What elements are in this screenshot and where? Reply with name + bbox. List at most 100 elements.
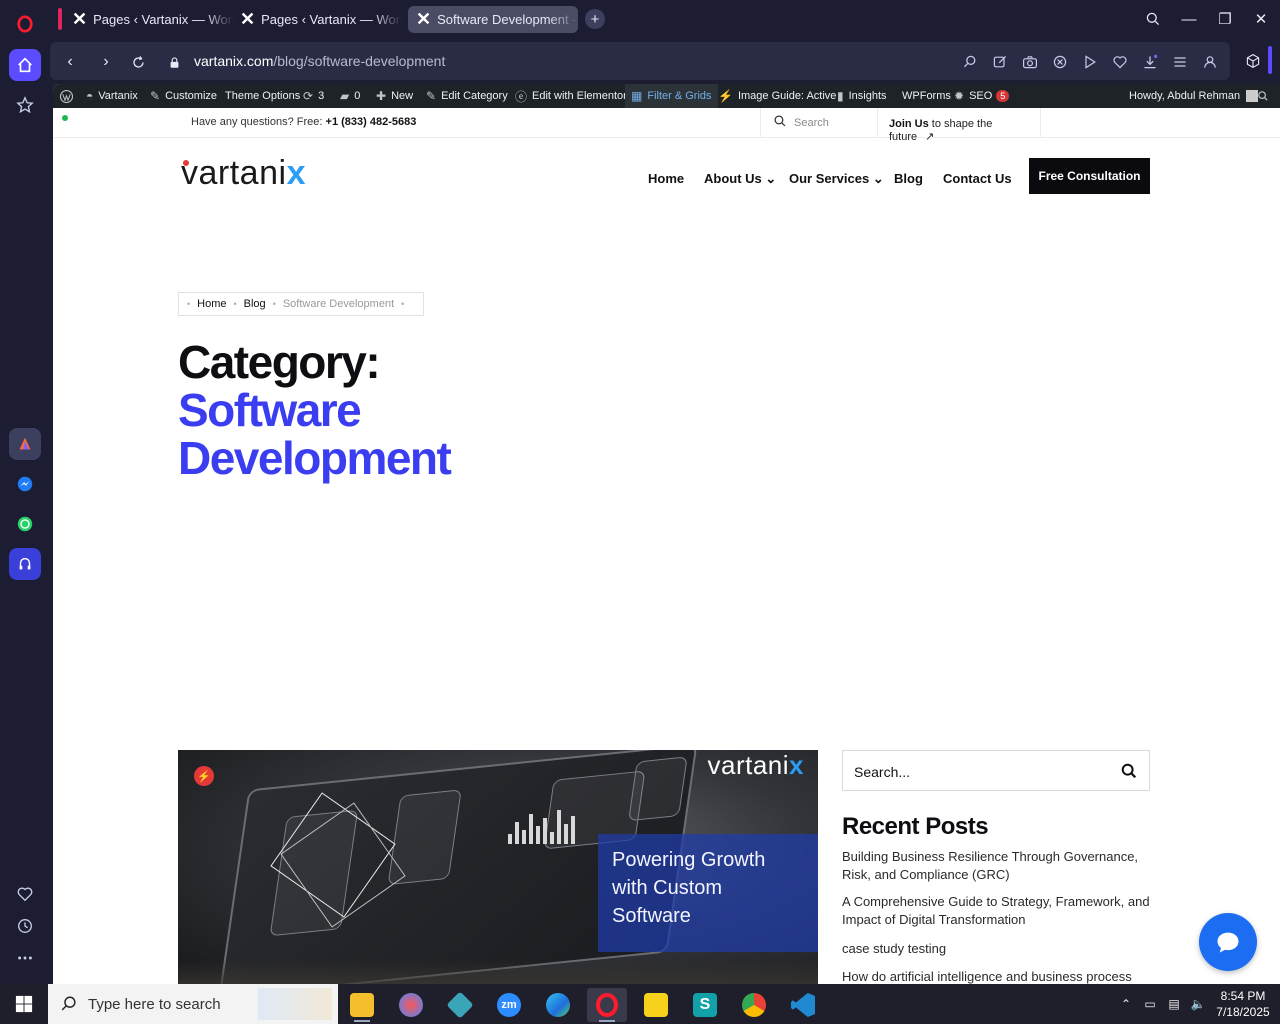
chevron-up-icon[interactable]: ⌃	[1118, 996, 1134, 1012]
star-icon[interactable]	[9, 89, 41, 121]
wp-comments[interactable]: ▰ 0	[340, 84, 360, 108]
wp-logo-icon[interactable]	[59, 84, 74, 108]
chevron-down-icon: ⌄	[765, 171, 777, 186]
page-title: Category: Software Development	[178, 336, 452, 484]
favorite-heart-icon[interactable]	[1111, 53, 1129, 71]
featured-post-image[interactable]: ⚡ vartanix Powering Growth with Custom S…	[178, 750, 818, 984]
wp-seo[interactable]: ✹ SEO 5	[954, 84, 1010, 108]
s-app[interactable]: S	[685, 988, 725, 1022]
vscode-app[interactable]	[783, 988, 823, 1022]
app-diamond[interactable]	[440, 988, 480, 1022]
recent-post-link[interactable]: Building Business Resilience Through Gov…	[842, 848, 1152, 884]
windows-logo-icon	[15, 995, 33, 1013]
messenger-icon[interactable]	[9, 468, 41, 500]
site-logo[interactable]: vartanix	[181, 154, 306, 193]
music-player-icon[interactable]	[9, 548, 41, 580]
sidebar-accent	[1268, 46, 1272, 74]
taskbar-search[interactable]: Type here to search	[48, 984, 338, 1024]
breadcrumb-home[interactable]: Home	[197, 298, 226, 310]
file-explorer-app[interactable]	[342, 988, 382, 1022]
sticky-notes-app[interactable]	[636, 988, 676, 1022]
easy-setup-icon[interactable]	[1171, 53, 1189, 71]
url-text[interactable]: vartanix.com/blog/software-development	[194, 53, 445, 69]
breadcrumb-dot: •	[272, 299, 276, 309]
chat-bubble-icon	[1217, 932, 1239, 953]
back-icon[interactable]: ‹	[60, 52, 80, 72]
download-icon[interactable]	[1141, 53, 1159, 71]
wp-image-guide[interactable]: ⚡ Image Guide: Active	[718, 84, 836, 108]
seo-gear-icon: ✹	[954, 89, 965, 103]
find-in-page-icon[interactable]	[961, 53, 979, 71]
profile-icon[interactable]	[1201, 53, 1219, 71]
play-icon[interactable]	[1081, 53, 1099, 71]
wp-edit-category[interactable]: ✎ Edit Category	[426, 84, 508, 108]
recent-posts-heading: Recent Posts	[842, 813, 989, 840]
wp-theme-options[interactable]: Theme Options	[225, 84, 300, 108]
wp-updates[interactable]: ⟳ 3	[303, 84, 324, 108]
camera-icon[interactable]	[1021, 53, 1039, 71]
phone-link[interactable]: +1 (833) 482-5683	[326, 116, 417, 128]
address-field[interactable]: ‹ › vartanix.com/blog/software-developme…	[50, 42, 1230, 80]
close-window-button[interactable]: ✕	[1250, 8, 1272, 30]
extensions-cube-icon[interactable]	[1244, 52, 1262, 70]
tab-software-development[interactable]: ✕ Software Development - Vartanix	[408, 6, 578, 33]
wp-edit-elementor[interactable]: ⓔ Edit with Elementor	[515, 84, 627, 108]
wp-filter-grids[interactable]: ▦ Filter & Grids	[625, 84, 718, 108]
search-icon[interactable]	[1120, 762, 1138, 780]
network-icon[interactable]: ▤	[1166, 996, 1182, 1012]
bar-chart-icon: ▮	[837, 89, 844, 103]
wp-howdy[interactable]: Howdy, Abdul Rehman	[1129, 84, 1259, 108]
recent-post-link[interactable]: How do artificial intelligence and busin…	[842, 968, 1152, 984]
zoom-app[interactable]: zm	[489, 988, 529, 1022]
taskbar-clock[interactable]: 8:54 PM 7/18/2025	[1212, 988, 1274, 1020]
forward-icon[interactable]: ›	[96, 52, 116, 72]
nav-blog[interactable]: Blog	[894, 171, 923, 186]
start-button[interactable]	[0, 984, 48, 1024]
new-tab-button[interactable]: +	[585, 9, 605, 29]
sidebar-search-input[interactable]: Search...	[842, 750, 1150, 791]
reload-icon[interactable]	[128, 52, 148, 72]
bolt-icon: ⚡	[718, 89, 733, 103]
battery-icon[interactable]: ▭	[1142, 996, 1158, 1012]
recent-post-link[interactable]: A Comprehensive Guide to Strategy, Frame…	[842, 893, 1152, 929]
tab-search-icon[interactable]	[1142, 8, 1164, 30]
tab-favicon-icon: ✕	[72, 9, 88, 29]
tab-pages-2[interactable]: ✕ Pages ‹ Vartanix — WordPress	[232, 6, 402, 33]
lock-icon[interactable]	[164, 52, 184, 72]
pencil-icon: ✎	[426, 89, 437, 103]
breadcrumb-blog[interactable]: Blog	[244, 298, 266, 310]
opera-logo-icon[interactable]	[9, 8, 41, 40]
wp-search-icon[interactable]	[1257, 84, 1269, 108]
minimize-button[interactable]: —	[1178, 8, 1200, 30]
nav-contact-us[interactable]: Contact Us	[943, 171, 1012, 186]
edit-icon[interactable]	[991, 53, 1009, 71]
recent-post-link[interactable]: case study testing	[842, 940, 1152, 958]
whatsapp-icon[interactable]	[9, 508, 41, 540]
edge-app[interactable]	[538, 988, 578, 1022]
wp-wpforms[interactable]: WPForms	[902, 84, 951, 108]
nav-about-us[interactable]: About Us ⌄	[704, 171, 776, 187]
home-icon[interactable]	[9, 49, 41, 81]
paint-app[interactable]	[391, 988, 431, 1022]
history-icon[interactable]	[9, 910, 41, 942]
chat-widget-button[interactable]	[1199, 913, 1257, 971]
wp-customize[interactable]: ✎ Customize	[150, 84, 217, 108]
volume-icon[interactable]: 🔈	[1190, 996, 1206, 1012]
nav-home[interactable]: Home	[648, 171, 684, 186]
chrome-app[interactable]	[734, 988, 774, 1022]
wp-site-name[interactable]: ◓ Vartanix	[86, 84, 138, 108]
wp-insights[interactable]: ▮ Insights	[837, 84, 887, 108]
aria-icon[interactable]	[9, 428, 41, 460]
more-icon[interactable]	[9, 942, 41, 974]
tab-pages-1[interactable]: ✕ Pages ‹ Vartanix — WordPress	[64, 6, 234, 33]
wp-new[interactable]: ✚ New	[376, 84, 413, 108]
free-consultation-button[interactable]: Free Consultation	[1029, 158, 1150, 194]
grid-icon: ▦	[631, 89, 643, 103]
restore-button[interactable]: ❐	[1214, 8, 1236, 30]
ad-block-icon[interactable]	[1051, 53, 1069, 71]
heart-icon[interactable]	[9, 878, 41, 910]
opera-app[interactable]	[587, 988, 627, 1022]
nav-our-services[interactable]: Our Services ⌄	[789, 171, 884, 187]
top-search[interactable]: Search	[760, 108, 877, 138]
join-us-link[interactable]: Join Us to shape the future ↗	[877, 108, 1041, 143]
